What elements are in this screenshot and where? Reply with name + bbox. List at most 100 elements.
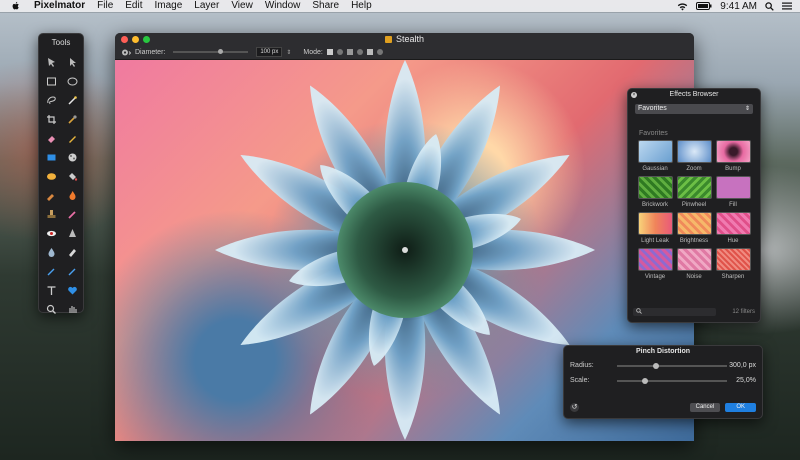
brush-tool[interactable] xyxy=(63,206,82,223)
arrange-tool[interactable] xyxy=(63,54,82,71)
effect-sharpen[interactable]: Sharpen xyxy=(715,248,751,281)
menu-help[interactable]: Help xyxy=(345,0,378,12)
tool-options-bar: Diameter: 100 px ⇕ Mode: xyxy=(115,45,694,60)
effect-thumbnail xyxy=(715,212,751,235)
radius-value[interactable]: 300,0 px xyxy=(729,362,756,369)
move-tool[interactable] xyxy=(42,54,61,71)
ellipse-select-icon xyxy=(67,77,78,86)
effect-vintage[interactable]: Vintage xyxy=(637,248,673,281)
menu-edit[interactable]: Edit xyxy=(119,0,148,12)
sponge-saturate-tool[interactable] xyxy=(63,244,82,261)
smudge-tool[interactable] xyxy=(42,187,61,204)
shape-tool[interactable] xyxy=(42,149,61,166)
sharpen-tool[interactable] xyxy=(63,225,82,242)
close-effects-browser-button[interactable]: × xyxy=(631,92,637,98)
shapes-tool[interactable] xyxy=(63,282,82,299)
crop-tool[interactable] xyxy=(42,111,61,128)
effects-browser-title: Effects Browser xyxy=(669,91,719,98)
pencil-tool[interactable] xyxy=(63,130,82,147)
effect-thumbnail xyxy=(715,176,751,199)
scale-value[interactable]: 25,0% xyxy=(736,377,756,384)
apple-menu-icon[interactable] xyxy=(10,1,22,11)
effect-label: Brightness xyxy=(679,238,709,244)
scale-row: Scale: 25,0% xyxy=(564,373,762,388)
diameter-slider-knob[interactable] xyxy=(218,49,224,54)
mode-add-button[interactable] xyxy=(336,49,343,55)
pattern-tool[interactable] xyxy=(63,149,82,166)
menu-window[interactable]: Window xyxy=(259,0,307,12)
burn-tool[interactable] xyxy=(63,187,82,204)
radius-slider-knob[interactable] xyxy=(652,362,659,369)
effects-category-select[interactable]: Favorites ⇕ xyxy=(635,104,753,114)
title-bar[interactable]: Stealth xyxy=(115,33,694,45)
ellipse-select-tool[interactable] xyxy=(63,73,82,90)
eyedropper-tool[interactable] xyxy=(63,111,82,128)
eraser-tool[interactable] xyxy=(42,130,61,147)
notification-center-icon[interactable] xyxy=(782,2,792,10)
diameter-field[interactable]: 100 px xyxy=(256,47,283,57)
blur-tool[interactable] xyxy=(42,244,61,261)
spotlight-search-icon[interactable] xyxy=(765,1,774,11)
menu-layer[interactable]: Layer xyxy=(188,0,225,12)
effect-noise[interactable]: Noise xyxy=(676,248,712,281)
menu-image[interactable]: Image xyxy=(149,0,189,12)
mode-option-button[interactable] xyxy=(376,49,383,55)
mode-intersect-button[interactable] xyxy=(356,49,363,55)
sponge-tool[interactable] xyxy=(42,168,61,185)
effect-gaussian[interactable]: Gaussian xyxy=(637,140,673,173)
red-eye-tool[interactable] xyxy=(42,225,61,242)
reset-icon[interactable]: ↺ xyxy=(570,402,579,412)
menu-share[interactable]: Share xyxy=(306,0,345,12)
effects-search-field[interactable] xyxy=(633,308,716,316)
mode-exclude-button[interactable] xyxy=(366,49,373,55)
effect-light-leak[interactable]: Light Leak xyxy=(637,212,673,245)
diameter-slider[interactable] xyxy=(173,49,249,54)
effect-label: Brickwork xyxy=(641,202,668,208)
effect-bump[interactable]: Bump xyxy=(715,140,751,173)
radius-slider[interactable] xyxy=(617,362,727,369)
brush-icon xyxy=(68,211,76,219)
diameter-stepper[interactable]: ⇕ xyxy=(286,49,291,56)
menu-file[interactable]: File xyxy=(91,0,119,12)
lasso-tool[interactable] xyxy=(42,92,61,109)
pen-icon xyxy=(47,268,55,276)
effect-thumbnail xyxy=(637,212,673,235)
smudge-icon xyxy=(47,194,54,201)
zoom-tool[interactable] xyxy=(42,301,61,318)
flame-icon xyxy=(69,191,76,200)
pinch-distortion-title[interactable]: Pinch Distortion xyxy=(564,346,762,358)
effect-fill[interactable]: Fill xyxy=(715,176,751,209)
hand-tool[interactable] xyxy=(63,301,82,318)
menu-view[interactable]: View xyxy=(225,0,259,12)
stamp-tool[interactable] xyxy=(42,206,61,223)
paint-bucket-tool[interactable] xyxy=(63,168,82,185)
type-tool[interactable] xyxy=(42,282,61,299)
scale-slider-knob[interactable] xyxy=(641,377,648,384)
cancel-button[interactable]: Cancel xyxy=(689,402,721,412)
effects-browser-titlebar[interactable]: × Effects Browser xyxy=(628,89,760,101)
pattern-icon xyxy=(68,153,77,162)
pen-tool[interactable] xyxy=(42,263,61,280)
scale-slider[interactable] xyxy=(617,377,727,384)
gear-icon[interactable] xyxy=(121,48,131,57)
paint-bucket-icon xyxy=(69,173,78,181)
rect-select-tool[interactable] xyxy=(42,73,61,90)
effect-pinwheel[interactable]: Pinwheel xyxy=(676,176,712,209)
freeform-pen-tool[interactable] xyxy=(63,263,82,280)
effect-label: Noise xyxy=(686,274,702,280)
effect-brightness[interactable]: Brightness xyxy=(676,212,712,245)
sharpen-icon xyxy=(69,229,76,237)
battery-icon[interactable] xyxy=(696,2,712,10)
ok-button[interactable]: OK xyxy=(725,402,756,412)
menu-app-name[interactable]: Pixelmator xyxy=(28,0,91,12)
magic-wand-tool[interactable] xyxy=(63,92,82,109)
rectangle-select-icon xyxy=(47,77,56,86)
hand-icon xyxy=(69,306,77,313)
mode-replace-button[interactable] xyxy=(326,49,333,55)
effect-brickwork[interactable]: Brickwork xyxy=(637,176,673,209)
clock[interactable]: 9:41 AM xyxy=(720,1,757,12)
effect-zoom[interactable]: Zoom xyxy=(676,140,712,173)
wifi-icon[interactable] xyxy=(677,2,688,11)
effect-hue[interactable]: Hue xyxy=(715,212,751,245)
mode-subtract-button[interactable] xyxy=(346,49,353,55)
